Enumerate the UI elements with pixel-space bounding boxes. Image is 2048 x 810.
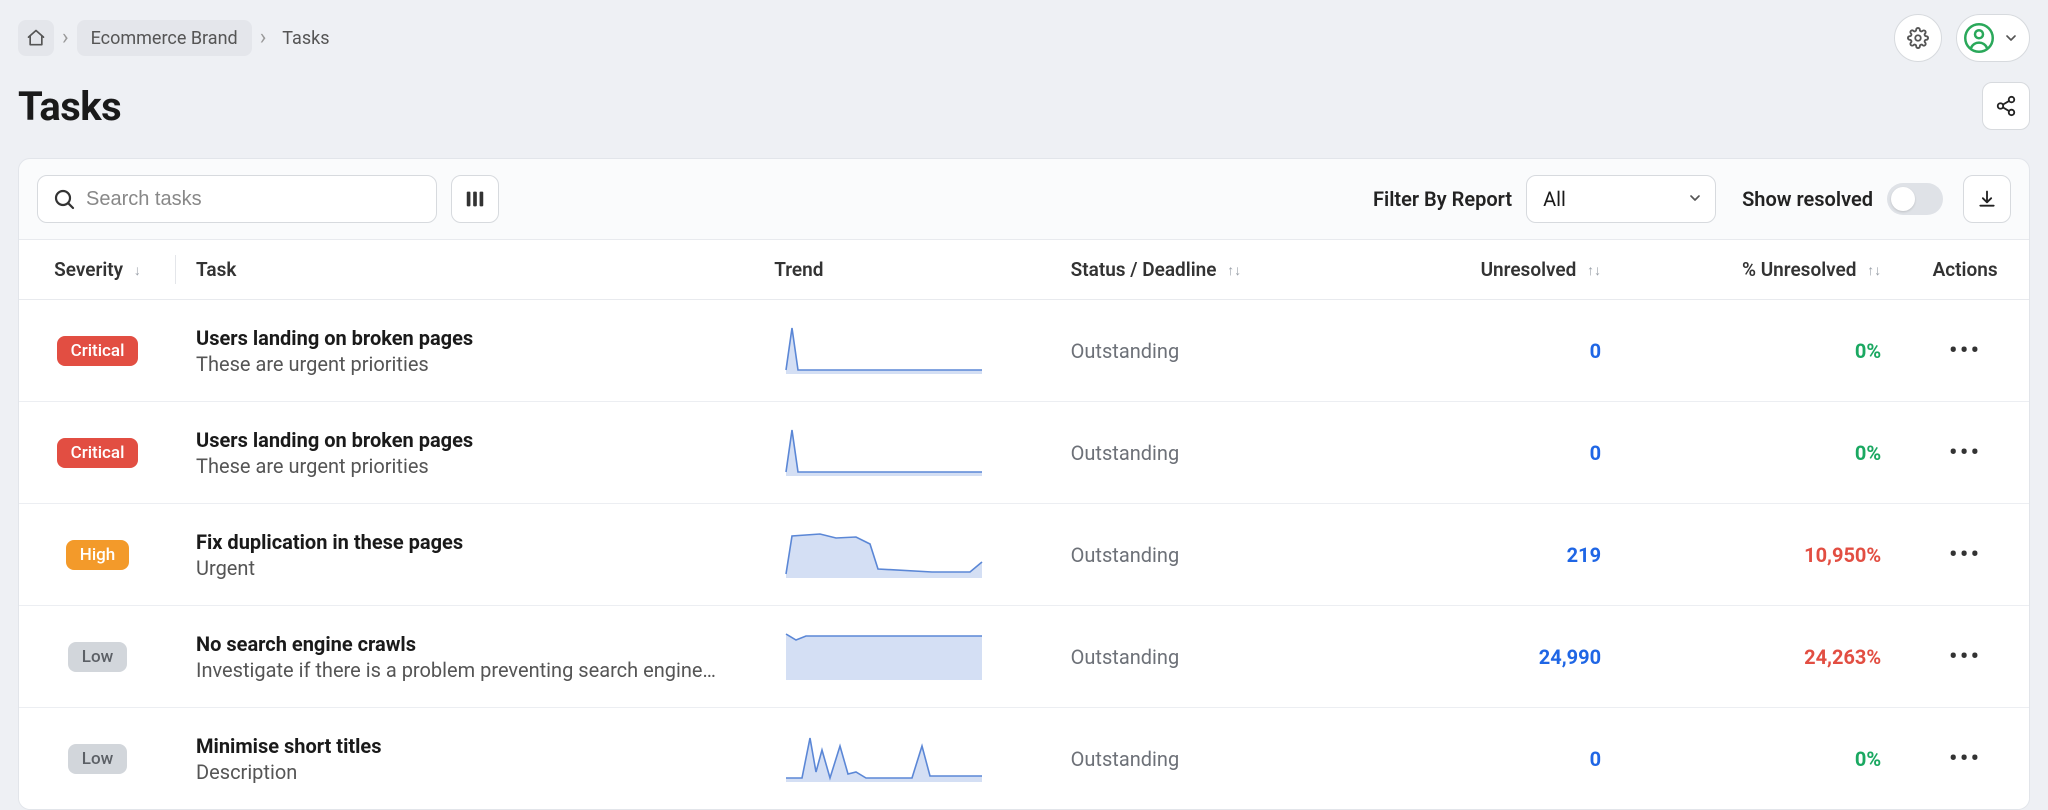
title-row: Tasks bbox=[18, 82, 2030, 130]
pct-unresolved: 0% bbox=[1855, 747, 1881, 771]
status-text: Outstanding bbox=[1071, 645, 1180, 669]
col-header-unresolved[interactable]: Unresolved ↑↓ bbox=[1334, 240, 1622, 300]
filter-report-selected: All bbox=[1543, 187, 1566, 211]
chevron-right-icon: › bbox=[62, 27, 69, 49]
avatar bbox=[1961, 20, 1997, 56]
severity-badge: Low bbox=[68, 642, 127, 672]
severity-badge: High bbox=[66, 540, 129, 570]
trend-sparkline bbox=[774, 524, 994, 580]
pct-unresolved: 10,950% bbox=[1804, 543, 1881, 567]
trend-sparkline bbox=[774, 626, 994, 682]
top-bar: › Ecommerce Brand › Tasks bbox=[18, 14, 2030, 62]
share-icon bbox=[1995, 95, 2017, 117]
task-title[interactable]: Fix duplication in these pages bbox=[196, 530, 734, 554]
row-actions-menu[interactable]: ••• bbox=[1949, 642, 1981, 672]
task-title[interactable]: Users landing on broken pages bbox=[196, 428, 734, 452]
pct-unresolved: 0% bbox=[1855, 441, 1881, 465]
unresolved-count[interactable]: 24,990 bbox=[1539, 645, 1601, 669]
sort-both-icon: ↑↓ bbox=[1867, 262, 1881, 279]
home-icon bbox=[26, 28, 46, 48]
download-icon bbox=[1977, 189, 1997, 209]
filter-report-select[interactable]: All bbox=[1526, 175, 1716, 223]
table-row: Low No search engine crawls Investigate … bbox=[19, 606, 2029, 708]
status-text: Outstanding bbox=[1071, 543, 1180, 567]
pct-unresolved: 0% bbox=[1855, 339, 1881, 363]
table-row: High Fix duplication in these pages Urge… bbox=[19, 504, 2029, 606]
breadcrumb-current: Tasks bbox=[274, 28, 337, 49]
unresolved-count[interactable]: 0 bbox=[1590, 747, 1601, 771]
unresolved-count[interactable]: 0 bbox=[1590, 441, 1601, 465]
sort-desc-icon: ↓ bbox=[134, 262, 141, 279]
show-resolved-toggle[interactable] bbox=[1887, 183, 1943, 215]
breadcrumb: › Ecommerce Brand › Tasks bbox=[18, 20, 338, 56]
unresolved-count[interactable]: 219 bbox=[1567, 543, 1601, 567]
unresolved-count[interactable]: 0 bbox=[1590, 339, 1601, 363]
filter-by-report-label: Filter By Report bbox=[1373, 187, 1512, 211]
tasks-table: Severity ↓ Task Trend Status / Deadline … bbox=[19, 239, 2029, 809]
trend-sparkline bbox=[774, 422, 994, 478]
trend-sparkline bbox=[774, 320, 994, 376]
sort-both-icon: ↑↓ bbox=[1587, 262, 1601, 279]
task-description: Description bbox=[196, 760, 716, 784]
col-header-severity[interactable]: Severity ↓ bbox=[19, 240, 176, 300]
chevron-right-icon: › bbox=[260, 27, 267, 49]
breadcrumb-home[interactable] bbox=[18, 20, 54, 56]
chevron-down-icon bbox=[1687, 187, 1703, 211]
search-icon bbox=[52, 187, 76, 211]
task-title[interactable]: No search engine crawls bbox=[196, 632, 734, 656]
panel-toolbar: Filter By Report All Show resolved bbox=[19, 159, 2029, 239]
download-button[interactable] bbox=[1963, 175, 2011, 223]
search-wrapper bbox=[37, 175, 437, 223]
pct-unresolved: 24,263% bbox=[1804, 645, 1881, 669]
row-actions-menu[interactable]: ••• bbox=[1949, 336, 1981, 366]
col-header-task[interactable]: Task bbox=[176, 240, 754, 300]
user-icon bbox=[1964, 23, 1994, 53]
task-description: These are urgent priorities bbox=[196, 454, 716, 478]
severity-badge: Low bbox=[68, 744, 127, 774]
breadcrumb-brand[interactable]: Ecommerce Brand bbox=[77, 20, 252, 56]
severity-badge: Critical bbox=[57, 438, 139, 468]
settings-button[interactable] bbox=[1894, 14, 1942, 62]
status-text: Outstanding bbox=[1071, 747, 1180, 771]
task-description: These are urgent priorities bbox=[196, 352, 716, 376]
table-row: Low Minimise short titles Description Ou… bbox=[19, 708, 2029, 810]
table-row: Critical Users landing on broken pages T… bbox=[19, 300, 2029, 402]
show-resolved-label: Show resolved bbox=[1742, 187, 1873, 211]
status-text: Outstanding bbox=[1071, 441, 1180, 465]
chevron-down-icon bbox=[2003, 30, 2019, 46]
row-actions-menu[interactable]: ••• bbox=[1949, 540, 1981, 570]
columns-icon bbox=[464, 188, 486, 210]
share-button[interactable] bbox=[1982, 82, 2030, 130]
col-header-trend[interactable]: Trend bbox=[754, 240, 1050, 300]
col-header-actions: Actions bbox=[1901, 240, 2029, 300]
task-title[interactable]: Users landing on broken pages bbox=[196, 326, 734, 350]
row-actions-menu[interactable]: ••• bbox=[1949, 744, 1981, 774]
tasks-panel: Filter By Report All Show resolved Sever… bbox=[18, 158, 2030, 810]
user-menu[interactable] bbox=[1956, 14, 2030, 62]
row-actions-menu[interactable]: ••• bbox=[1949, 438, 1981, 468]
severity-badge: Critical bbox=[57, 336, 139, 366]
task-description: Investigate if there is a problem preven… bbox=[196, 658, 716, 682]
col-header-status[interactable]: Status / Deadline ↑↓ bbox=[1051, 240, 1334, 300]
status-text: Outstanding bbox=[1071, 339, 1180, 363]
gear-icon bbox=[1907, 27, 1929, 49]
sort-both-icon: ↑↓ bbox=[1227, 262, 1241, 279]
task-description: Urgent bbox=[196, 556, 716, 580]
col-header-pct-unresolved[interactable]: % Unresolved ↑↓ bbox=[1621, 240, 1901, 300]
trend-sparkline bbox=[774, 728, 994, 784]
search-input[interactable] bbox=[86, 188, 422, 211]
columns-button[interactable] bbox=[451, 175, 499, 223]
top-actions bbox=[1894, 14, 2030, 62]
table-row: Critical Users landing on broken pages T… bbox=[19, 402, 2029, 504]
page-title: Tasks bbox=[18, 83, 121, 130]
task-title[interactable]: Minimise short titles bbox=[196, 734, 734, 758]
